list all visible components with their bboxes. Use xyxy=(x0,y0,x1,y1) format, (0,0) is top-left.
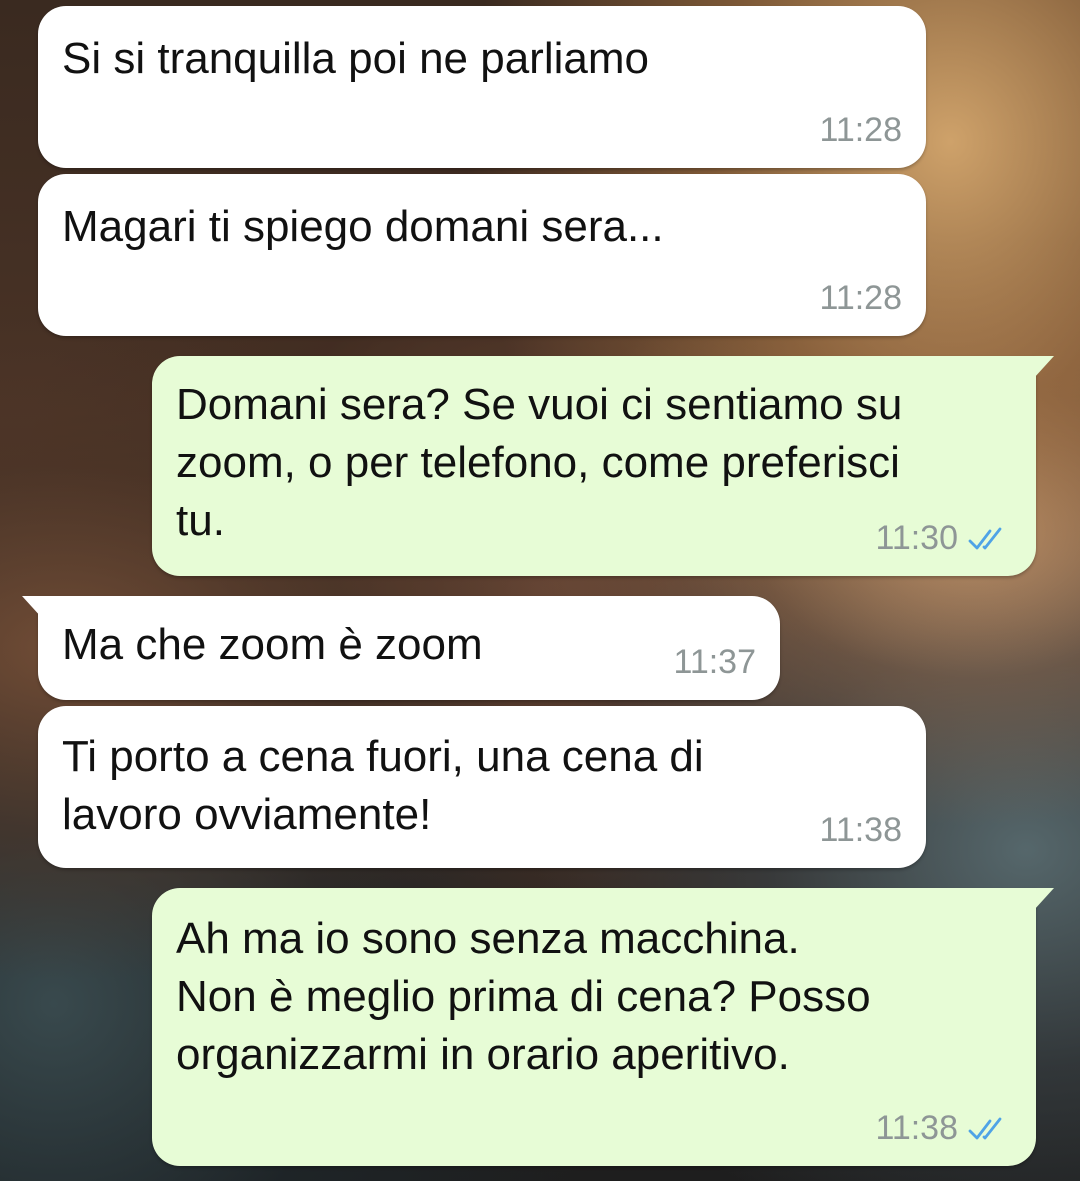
message-timestamp: 11:37 xyxy=(673,643,756,681)
message-bubble-outgoing[interactable]: Ah ma io sono senza macchina. Non è megl… xyxy=(152,888,1054,1166)
message-bubble-outgoing[interactable]: Domani sera? Se vuoi ci sentiamo su zoom… xyxy=(152,356,1054,576)
message-timestamp: 11:28 xyxy=(819,111,902,149)
bubble-tail xyxy=(1034,356,1054,378)
message-timestamp: 11:38 xyxy=(819,811,902,849)
message-timestamp: 11:28 xyxy=(819,279,902,317)
message-meta: 11:30 xyxy=(875,519,1012,558)
bubble-tail xyxy=(1034,888,1054,910)
message-meta: 11:37 xyxy=(673,643,756,682)
message-meta: 11:38 xyxy=(875,1109,1012,1148)
message-text: Si si tranquilla poi ne parliamo xyxy=(62,34,649,83)
message-text: Magari ti spiego domani sera... xyxy=(62,202,664,251)
message-bubble-incoming[interactable]: Si si tranquilla poi ne parliamo 11:28 xyxy=(38,6,926,168)
double-check-icon xyxy=(968,527,1002,549)
message-bubble-incoming[interactable]: Magari ti spiego domani sera... 11:28 xyxy=(38,174,926,336)
message-timestamp: 11:30 xyxy=(875,519,958,557)
message-meta: 11:28 xyxy=(819,111,902,150)
message-text: Ah ma io sono senza macchina. Non è megl… xyxy=(176,914,871,1079)
message-bubble-incoming[interactable]: Ti porto a cena fuori, una cena di lavor… xyxy=(38,706,926,868)
message-text: Ti porto a cena fuori, una cena di lavor… xyxy=(62,732,704,839)
message-text: Domani sera? Se vuoi ci sentiamo su zoom… xyxy=(176,380,903,545)
message-meta: 11:38 xyxy=(819,811,902,850)
double-check-icon xyxy=(968,1117,1002,1139)
message-bubble-incoming[interactable]: Ma che zoom è zoom 11:37 xyxy=(22,596,780,700)
message-meta: 11:28 xyxy=(819,279,902,318)
bubble-tail xyxy=(22,596,42,618)
message-timestamp: 11:38 xyxy=(875,1109,958,1147)
message-text: Ma che zoom è zoom xyxy=(62,620,483,669)
